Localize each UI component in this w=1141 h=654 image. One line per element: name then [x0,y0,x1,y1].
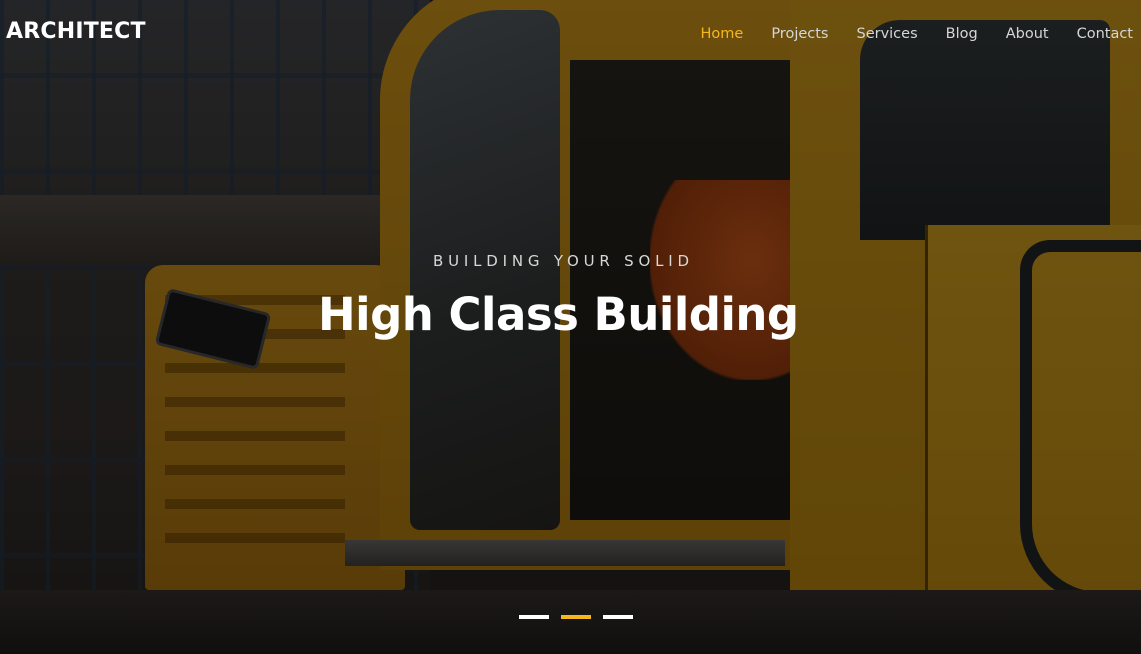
hero-eyebrow: BUILDING YOUR SOLID [433,252,694,270]
slider-dot-2[interactable] [561,615,591,619]
nav-item-blog[interactable]: Blog [946,26,978,42]
brand-logo[interactable]: ARCHITECT [6,19,146,44]
slider-dot-3[interactable] [603,615,633,619]
nav-item-services[interactable]: Services [856,26,917,42]
nav-item-projects[interactable]: Projects [771,26,828,42]
site-header: ARCHITECT Home Projects Services Blog Ab… [0,0,1141,70]
nav-item-contact[interactable]: Contact [1077,26,1133,42]
main-nav: Home Projects Services Blog About Contac… [672,26,1133,42]
slider-pagination [519,615,645,619]
nav-item-about[interactable]: About [1006,26,1049,42]
hero-headline: High Class Building [318,288,799,341]
hero-section: ARCHITECT Home Projects Services Blog Ab… [0,0,1141,654]
nav-item-home[interactable]: Home [700,26,743,42]
slider-dot-1[interactable] [519,615,549,619]
